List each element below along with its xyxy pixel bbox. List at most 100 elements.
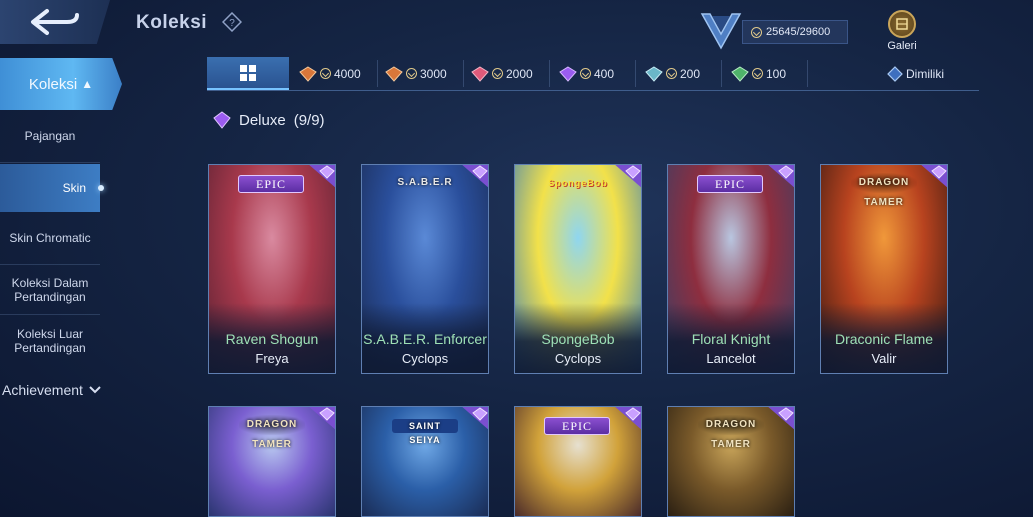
skin-series-badge: DRAGON TAMER (698, 415, 764, 450)
sidebar-item-koleksi-luar[interactable]: Koleksi Luar Pertandingan (0, 327, 100, 355)
back-arrow-icon (31, 9, 79, 35)
tab-rarity-3000[interactable]: 3000 (385, 57, 461, 90)
skin-series-badge: S.A.B.E.R (397, 177, 453, 188)
hero-name: Valir (871, 351, 897, 366)
galeri-button[interactable]: Galeri (880, 10, 924, 54)
gallery-icon (888, 10, 916, 38)
owned-filter[interactable]: Dimiliki (887, 57, 967, 90)
sidebar-item-skin-label: Skin (62, 181, 86, 195)
rank-emblem-icon (700, 13, 742, 50)
tab-value: 3000 (420, 66, 447, 81)
gem-icon (559, 65, 577, 82)
coin-icon (320, 68, 331, 79)
deluxe-gem-icon (213, 111, 231, 129)
deluxe-corner-icon (615, 165, 641, 188)
gem-icon (645, 65, 663, 82)
sidebar-item-koleksi-dalam[interactable]: Koleksi Dalam Pertandingan (0, 276, 100, 304)
sidebar-divider (0, 314, 100, 315)
skin-name: Raven Shogun (225, 331, 319, 347)
tab-rarity-2000[interactable]: 2000 (471, 57, 547, 90)
tab-divider (377, 60, 378, 87)
diamond-check-icon (887, 65, 903, 82)
coin-icon (406, 68, 417, 79)
skin-card[interactable]: DRAGON TAMER Draconic Flame Valir (820, 164, 948, 374)
skin-card[interactable]: SAINT SEIYA (361, 406, 489, 517)
sidebar-koleksi-label: Koleksi (28, 75, 78, 93)
grid-icon (240, 64, 256, 81)
coin-icon (666, 68, 677, 79)
skin-series-badge: EPIC (238, 175, 304, 193)
deluxe-corner-icon (768, 165, 794, 188)
tab-rarity-100[interactable]: 100 (731, 57, 801, 90)
active-dot-icon (98, 185, 104, 191)
skin-series-badge: DRAGON TAMER (239, 415, 305, 450)
hero-name: Freya (255, 351, 289, 366)
points-value: 25645/29600 (766, 26, 831, 38)
top-bar: Koleksi ? 25645/29600 Galeri (0, 0, 1033, 52)
sidebar-koleksi[interactable]: Koleksi ▲ (0, 58, 122, 110)
deluxe-corner-icon (921, 165, 947, 188)
skin-card[interactable]: S.A.B.E.R S.A.B.E.R. Enforcer Cyclops (361, 164, 489, 374)
deluxe-corner-icon (768, 407, 794, 430)
svg-text:?: ? (229, 18, 235, 29)
tab-divider (721, 60, 722, 87)
sidebar-item-skin-chromatic[interactable]: Skin Chromatic (0, 231, 100, 245)
chevron-up-icon: ▲ (81, 77, 94, 91)
tab-divider (549, 60, 550, 87)
deluxe-corner-icon (309, 407, 335, 430)
sidebar-item-pajangan[interactable]: Pajangan (0, 129, 100, 143)
gem-icon (471, 65, 489, 82)
coin-icon (752, 68, 763, 79)
skin-card[interactable]: DRAGON TAMER (208, 406, 336, 517)
gem-icon (299, 65, 317, 82)
tab-all[interactable] (207, 57, 289, 90)
skin-name: S.A.B.E.R. Enforcer (363, 331, 487, 347)
owned-label: Dimiliki (906, 66, 944, 81)
skin-name: SpongeBob (541, 331, 615, 347)
tab-rarity-400[interactable]: 400 (559, 57, 629, 90)
skin-series-badge: DRAGON TAMER (851, 173, 917, 208)
achievement-label: Achievement (2, 382, 83, 398)
back-button[interactable] (0, 0, 110, 44)
tab-rarity-4000[interactable]: 4000 (299, 57, 375, 90)
sidebar-item-skin[interactable]: Skin (0, 164, 104, 212)
skin-series-badge: SpongeBob (548, 178, 608, 188)
deluxe-corner-icon (462, 165, 488, 188)
deluxe-corner-icon (462, 407, 488, 430)
page-title: Koleksi (136, 12, 208, 33)
sidebar-divider (0, 162, 100, 163)
skin-series-badge: SAINT SEIYA (392, 419, 458, 445)
coin-icon (751, 26, 762, 38)
tab-divider (635, 60, 636, 87)
skin-card[interactable]: DRAGON TAMER (667, 406, 795, 517)
sidebar-item-achievement[interactable]: Achievement (2, 382, 101, 398)
tab-rarity-200[interactable]: 200 (645, 57, 715, 90)
help-icon[interactable]: ? (222, 12, 242, 32)
skin-series-badge: EPIC (544, 417, 610, 435)
section-heading: Deluxe (9/9) (213, 111, 325, 129)
tab-value: 400 (594, 66, 615, 81)
tab-divider (807, 60, 808, 87)
hero-name: Cyclops (554, 351, 602, 366)
deluxe-corner-icon (615, 407, 641, 430)
rarity-tabs: 4000 3000 2000 400 200 100 Dimiliki (207, 57, 979, 91)
skin-name: Floral Knight (691, 331, 771, 347)
section-label: Deluxe (239, 111, 286, 129)
galeri-label: Galeri (887, 40, 917, 52)
tab-value: 200 (680, 66, 701, 81)
coin-icon (580, 68, 591, 79)
skin-card[interactable]: EPIC Floral Knight Lancelot (667, 164, 795, 374)
chevron-down-icon (89, 386, 101, 394)
hero-name: Cyclops (401, 351, 449, 366)
deluxe-corner-icon (309, 165, 335, 188)
hero-name: Lancelot (706, 351, 756, 366)
tab-divider (463, 60, 464, 87)
skin-card[interactable]: EPIC Raven Shogun Freya (208, 164, 336, 374)
section-count: (9/9) (293, 111, 325, 129)
sidebar-divider (0, 264, 100, 265)
skin-card[interactable]: EPIC (514, 406, 642, 517)
skin-series-badge: EPIC (697, 175, 763, 193)
skin-card[interactable]: SpongeBob SpongeBob Cyclops (514, 164, 642, 374)
tab-value: 2000 (506, 66, 533, 81)
coin-icon (492, 68, 503, 79)
